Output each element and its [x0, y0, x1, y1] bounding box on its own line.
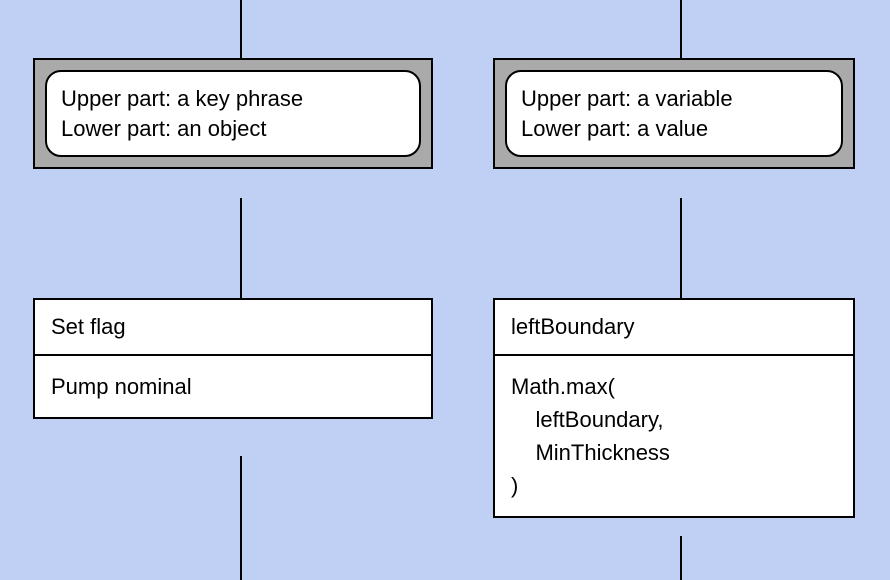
definition-panel-left: Upper part: a key phrase Lower part: an … — [33, 58, 433, 169]
connector-right-bot — [680, 536, 682, 580]
example-block-right: leftBoundary Math.max( leftBoundary, Min… — [493, 298, 855, 518]
definition-left-line1: Upper part: a key phrase — [61, 84, 405, 114]
connector-left-bot — [240, 456, 242, 580]
definition-panel-right: Upper part: a variable Lower part: a val… — [493, 58, 855, 169]
definition-right-line2: Lower part: a value — [521, 114, 827, 144]
example-block-left: Set flag Pump nominal — [33, 298, 433, 419]
connector-left-top — [240, 0, 242, 58]
definition-right-line1: Upper part: a variable — [521, 84, 827, 114]
example-right-upper: leftBoundary — [495, 300, 853, 356]
definition-panel-left-inner: Upper part: a key phrase Lower part: an … — [45, 70, 421, 157]
connector-left-mid — [240, 198, 242, 298]
example-left-upper: Set flag — [35, 300, 431, 356]
definition-panel-right-inner: Upper part: a variable Lower part: a val… — [505, 70, 843, 157]
example-right-lower: Math.max( leftBoundary, MinThickness ) — [495, 356, 853, 516]
connector-right-mid — [680, 198, 682, 298]
definition-left-line2: Lower part: an object — [61, 114, 405, 144]
example-left-lower: Pump nominal — [35, 356, 431, 417]
connector-right-top — [680, 0, 682, 58]
